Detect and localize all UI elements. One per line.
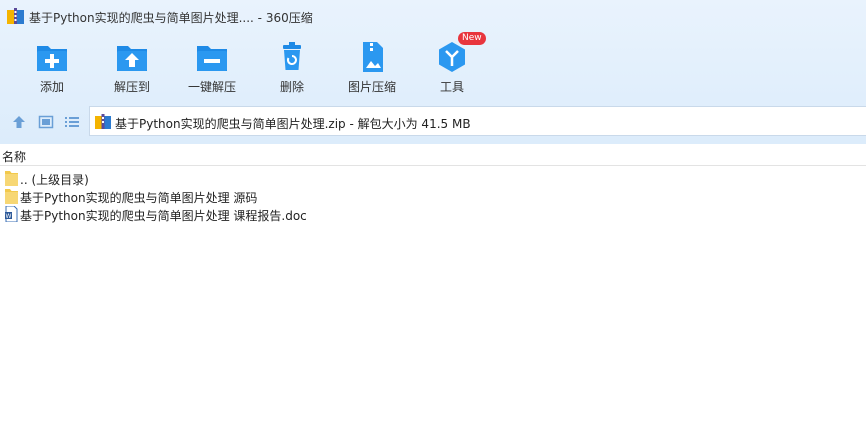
new-badge: New [458,32,486,45]
toolbar: 添加 解压到 一键解压 删除 图片压缩 New 工具 [0,32,866,104]
folder-icon [5,189,18,204]
address-text: 基于Python实现的爬虫与简单图片处理.zip - 解包大小为 41.5 MB [115,117,471,131]
image-compress-button[interactable]: 图片压缩 [332,34,412,100]
title-bar: 基于Python实现的爬虫与简单图片处理.... - 360压缩 [0,0,866,34]
window-title: 基于Python实现的爬虫与简单图片处理.... - 360压缩 [29,11,313,25]
add-button[interactable]: 添加 [12,34,92,100]
list-item-report-doc[interactable]: W 基于Python实现的爬虫与简单图片处理 课程报告.doc [0,205,700,223]
archive-window: 基于Python实现的爬虫与简单图片处理.... - 360压缩 添加 解压到 [0,0,866,433]
thumbnail-view-icon[interactable] [38,114,54,130]
list-item-source-folder[interactable]: 基于Python实现的爬虫与简单图片处理 源码 [0,187,700,205]
column-name-label: 名称 [2,150,27,164]
up-arrow-icon[interactable] [11,114,27,130]
delete-button[interactable]: 删除 [252,34,332,100]
extract-to-icon [117,46,147,71]
svg-text:W: W [6,213,12,220]
tools-button[interactable]: New 工具 [412,32,492,100]
address-bar[interactable]: 基于Python实现的爬虫与简单图片处理.zip - 解包大小为 41.5 MB [89,106,866,136]
extract-to-button[interactable]: 解压到 [92,34,172,100]
file-rows: .. (上级目录) 基于Python实现的爬虫与简单图片处理 源码 W 基于Py… [0,169,700,223]
image-compress-label: 图片压缩 [347,80,396,94]
list-view-icon[interactable] [64,114,80,130]
image-compress-icon [363,42,383,72]
one-click-extract-label: 一键解压 [187,80,236,94]
address-row: 基于Python实现的爬虫与简单图片处理.zip - 解包大小为 41.5 MB [0,106,866,138]
list-item-name: 基于Python实现的爬虫与简单图片处理 源码 [20,191,258,205]
column-header-name[interactable]: 名称 [0,144,866,166]
delete-label: 删除 [279,80,304,94]
add-label: 添加 [39,80,64,94]
file-list: 名称 .. (上级目录) 基于Python实现的爬虫与简单图片处理 源码 W 基… [0,144,866,433]
list-item-name: .. (上级目录) [20,173,89,187]
list-item-parent-dir[interactable]: .. (上级目录) [0,169,700,187]
tools-icon [439,42,465,72]
folder-icon [5,171,18,186]
tools-label: 工具 [439,80,464,94]
list-item-name: 基于Python实现的爬虫与简单图片处理 课程报告.doc [20,209,307,223]
one-click-extract-button[interactable]: 一键解压 [172,34,252,100]
word-document-icon: W [5,206,18,222]
add-folder-icon [37,46,67,71]
zip-file-icon [95,114,111,129]
one-click-extract-icon [197,46,227,71]
extract-to-label: 解压到 [113,80,150,94]
trash-icon [283,42,301,70]
archive-app-icon [7,8,24,24]
